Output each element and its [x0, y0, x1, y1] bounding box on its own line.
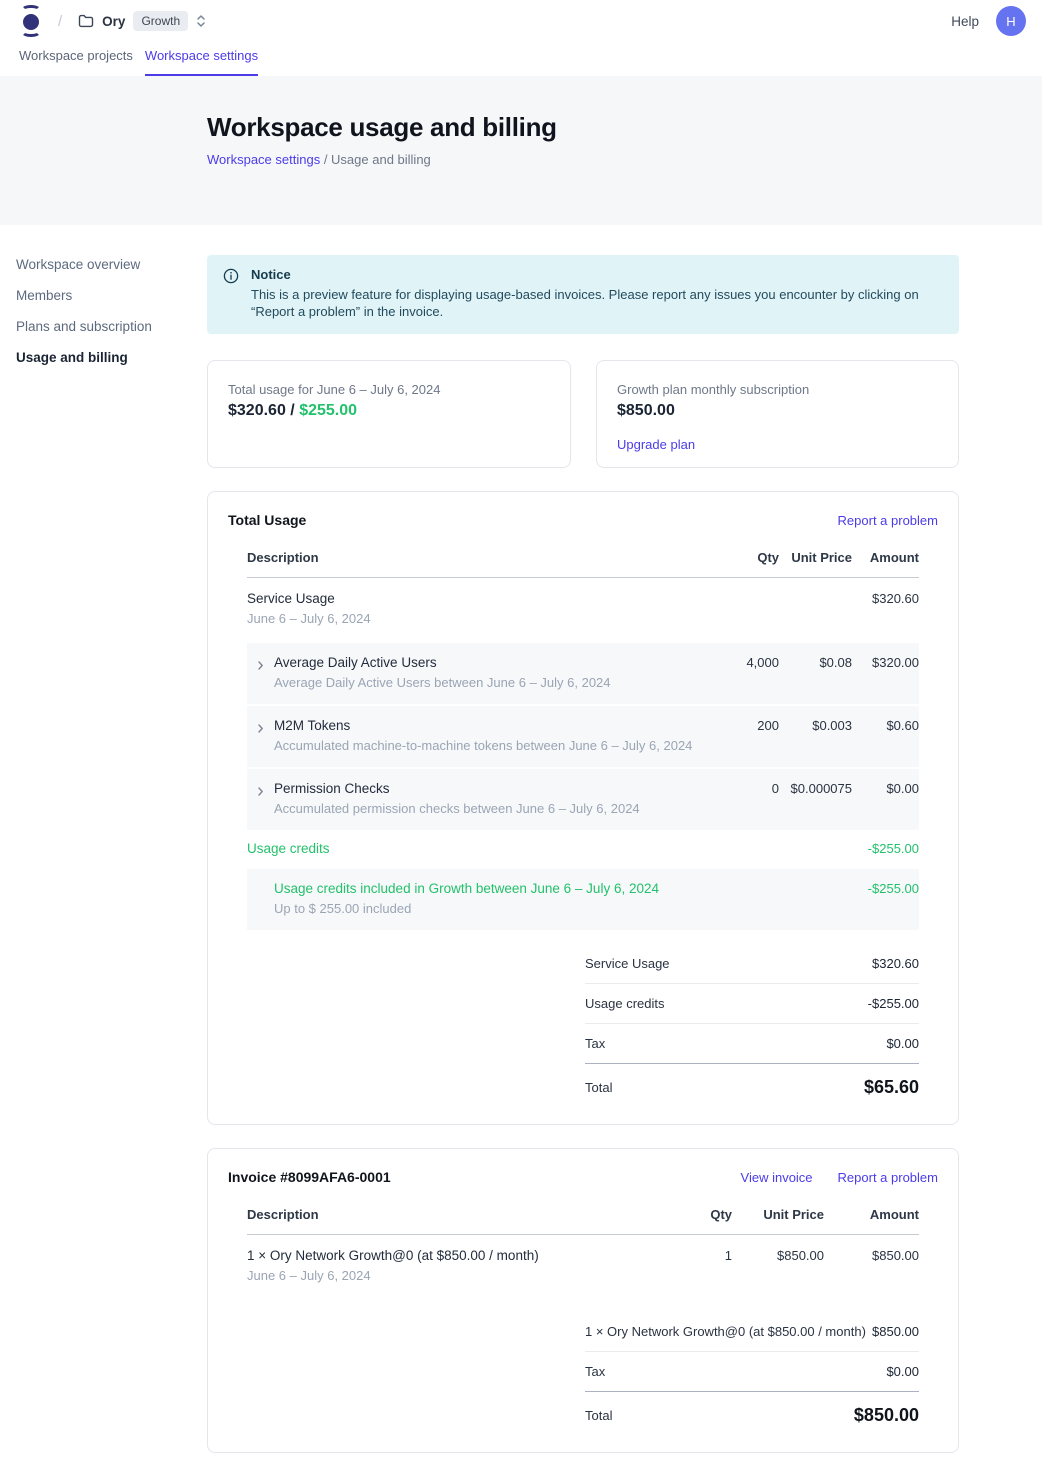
usage-table: Description Qty Unit Price Amount Servic…	[247, 540, 919, 930]
sidebar-item-workspace-overview[interactable]: Workspace overview	[16, 255, 186, 274]
chevron-right-icon[interactable]	[255, 721, 266, 739]
app-root: / Ory Growth Help H Workspace projects W…	[0, 0, 1042, 1469]
invoice-total-value: $850.00	[854, 1405, 919, 1426]
invoice-title: Invoice #8099AFA6-0001	[228, 1169, 391, 1185]
plan-label: Growth plan monthly subscription	[617, 382, 938, 397]
summary-row: 1 × Ory Network Growth@0 (at $850.00 / m…	[585, 1312, 919, 1352]
workspace-name: Ory	[102, 14, 125, 29]
workspace-tabs: Workspace projects Workspace settings	[0, 42, 1042, 76]
invoice-summary: 1 × Ory Network Growth@0 (at $850.00 / m…	[585, 1312, 919, 1430]
breadcrumb-slash: /	[58, 13, 62, 30]
main-area: Workspace overview Members Plans and sub…	[0, 225, 1042, 1469]
summary-row: Tax $0.00	[585, 1352, 919, 1392]
invoice-table-header: Description Qty Unit Price Amount	[247, 1197, 919, 1235]
summary-row: Usage credits -$255.00	[585, 984, 919, 1024]
avatar[interactable]: H	[996, 6, 1026, 36]
breadcrumb-settings-link[interactable]: Workspace settings	[207, 152, 320, 167]
notice-title: Notice	[251, 267, 939, 282]
col-amount: Amount	[824, 1207, 919, 1222]
table-row: M2M Tokens Accumulated machine-to-machin…	[247, 706, 919, 767]
col-description: Description	[247, 1207, 642, 1222]
sidebar-item-usage-billing[interactable]: Usage and billing	[16, 348, 186, 367]
bill-card-title: Total Usage	[228, 512, 306, 528]
table-row: Service Usage June 6 – July 6, 2024 $320…	[247, 578, 919, 641]
table-row: Usage credits -$255.00	[247, 830, 919, 867]
summary-row: Service Usage $320.60	[585, 944, 919, 984]
notice-body: This is a preview feature for displaying…	[251, 286, 939, 320]
usage-summary: Service Usage $320.60 Usage credits -$25…	[585, 944, 919, 1102]
chevron-right-icon[interactable]	[255, 784, 266, 802]
table-row: Average Daily Active Users Average Daily…	[247, 643, 919, 704]
workspace-switcher[interactable]: Ory Growth	[78, 11, 206, 31]
col-amount: Amount	[852, 550, 919, 565]
report-problem-link[interactable]: Report a problem	[838, 1170, 938, 1185]
top-header: / Ory Growth Help H	[0, 0, 1042, 42]
info-circle-icon	[223, 268, 239, 320]
folder-icon	[78, 14, 94, 28]
invoice-card: Invoice #8099AFA6-0001 View invoice Repo…	[207, 1148, 959, 1453]
table-row: Usage credits included in Growth between…	[247, 869, 919, 930]
tab-workspace-projects[interactable]: Workspace projects	[19, 42, 133, 76]
content-column: Notice This is a preview feature for dis…	[207, 225, 959, 1453]
total-usage-bill-card: Total Usage Report a problem Description…	[207, 491, 959, 1125]
report-problem-link[interactable]: Report a problem	[838, 513, 938, 528]
table-row: 1 × Ory Network Growth@0 (at $850.00 / m…	[247, 1235, 919, 1298]
col-unit-price: Unit Price	[779, 550, 852, 565]
total-usage-label: Total usage for June 6 – July 6, 2024	[228, 382, 550, 397]
breadcrumb: Workspace settings / Usage and billing	[207, 152, 1042, 167]
breadcrumb-current: / Usage and billing	[320, 152, 431, 167]
col-qty: Qty	[642, 1207, 732, 1222]
col-unit-price: Unit Price	[732, 1207, 824, 1222]
sidebar-item-members[interactable]: Members	[16, 286, 186, 305]
col-description: Description	[247, 550, 704, 565]
total-usage-value: $320.60 / $255.00	[228, 402, 550, 420]
ory-logo-icon[interactable]	[18, 6, 44, 36]
sidebar-item-plans-subscription[interactable]: Plans and subscription	[16, 317, 186, 336]
summary-row: Tax $0.00	[585, 1024, 919, 1064]
help-link[interactable]: Help	[951, 14, 979, 29]
notice-banner: Notice This is a preview feature for dis…	[207, 255, 959, 334]
upgrade-plan-link[interactable]: Upgrade plan	[617, 437, 695, 452]
tab-workspace-settings[interactable]: Workspace settings	[145, 42, 258, 76]
view-invoice-link[interactable]: View invoice	[741, 1170, 813, 1185]
chevron-right-icon[interactable]	[255, 658, 266, 676]
invoice-total-row: Total $850.00	[585, 1392, 919, 1430]
table-row: Permission Checks Accumulated permission…	[247, 769, 919, 830]
settings-sidenav: Workspace overview Members Plans and sub…	[16, 255, 186, 379]
invoice-table: Description Qty Unit Price Amount 1 × Or…	[247, 1197, 919, 1298]
usage-total-value: $65.60	[864, 1077, 919, 1098]
plan-value: $850.00	[617, 402, 938, 420]
usage-table-header: Description Qty Unit Price Amount	[247, 540, 919, 578]
page-hero: Workspace usage and billing Workspace se…	[0, 76, 1042, 225]
summary-cards: Total usage for June 6 – July 6, 2024 $3…	[207, 360, 959, 468]
col-qty: Qty	[704, 550, 779, 565]
page-title: Workspace usage and billing	[207, 112, 1042, 143]
chevron-up-down-icon	[196, 14, 206, 28]
usage-credit-value: $255.00	[299, 402, 357, 419]
total-usage-card: Total usage for June 6 – July 6, 2024 $3…	[207, 360, 571, 468]
plan-badge: Growth	[133, 11, 188, 31]
plan-subscription-card: Growth plan monthly subscription $850.00…	[596, 360, 959, 468]
usage-total-row: Total $65.60	[585, 1064, 919, 1102]
